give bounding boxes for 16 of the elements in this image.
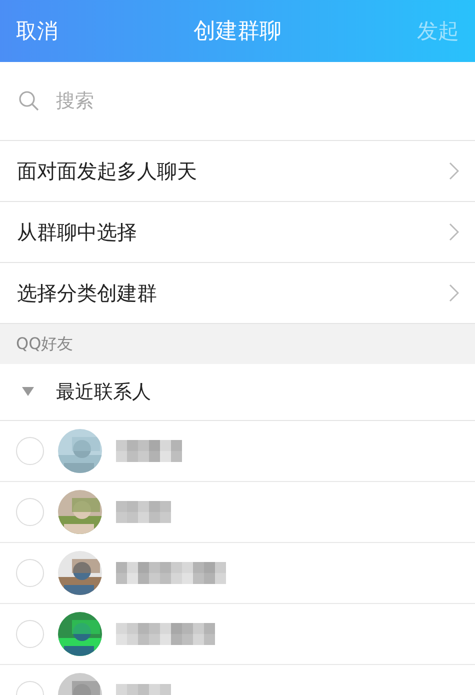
select-checkbox[interactable] (16, 620, 44, 648)
section-header: QQ好友 (16, 334, 74, 354)
blurred-name (116, 501, 171, 523)
search-icon (18, 90, 40, 112)
select-checkbox[interactable] (16, 559, 44, 587)
page-title: 创建群聊 (194, 18, 282, 46)
search-field[interactable]: 搜索 (54, 89, 358, 113)
menu-item[interactable]: 面对面发起多人聊天 (0, 141, 475, 202)
menu-item[interactable]: 从群聊中选择 (0, 202, 475, 263)
chevron-icon (449, 284, 459, 302)
select-checkbox[interactable] (16, 437, 44, 465)
group-label[interactable]: 最近联系人 (56, 379, 151, 405)
select-checkbox[interactable] (16, 498, 44, 526)
blurred-name (116, 440, 182, 462)
chevron-icon (449, 162, 459, 180)
chevron-icon (449, 223, 459, 241)
